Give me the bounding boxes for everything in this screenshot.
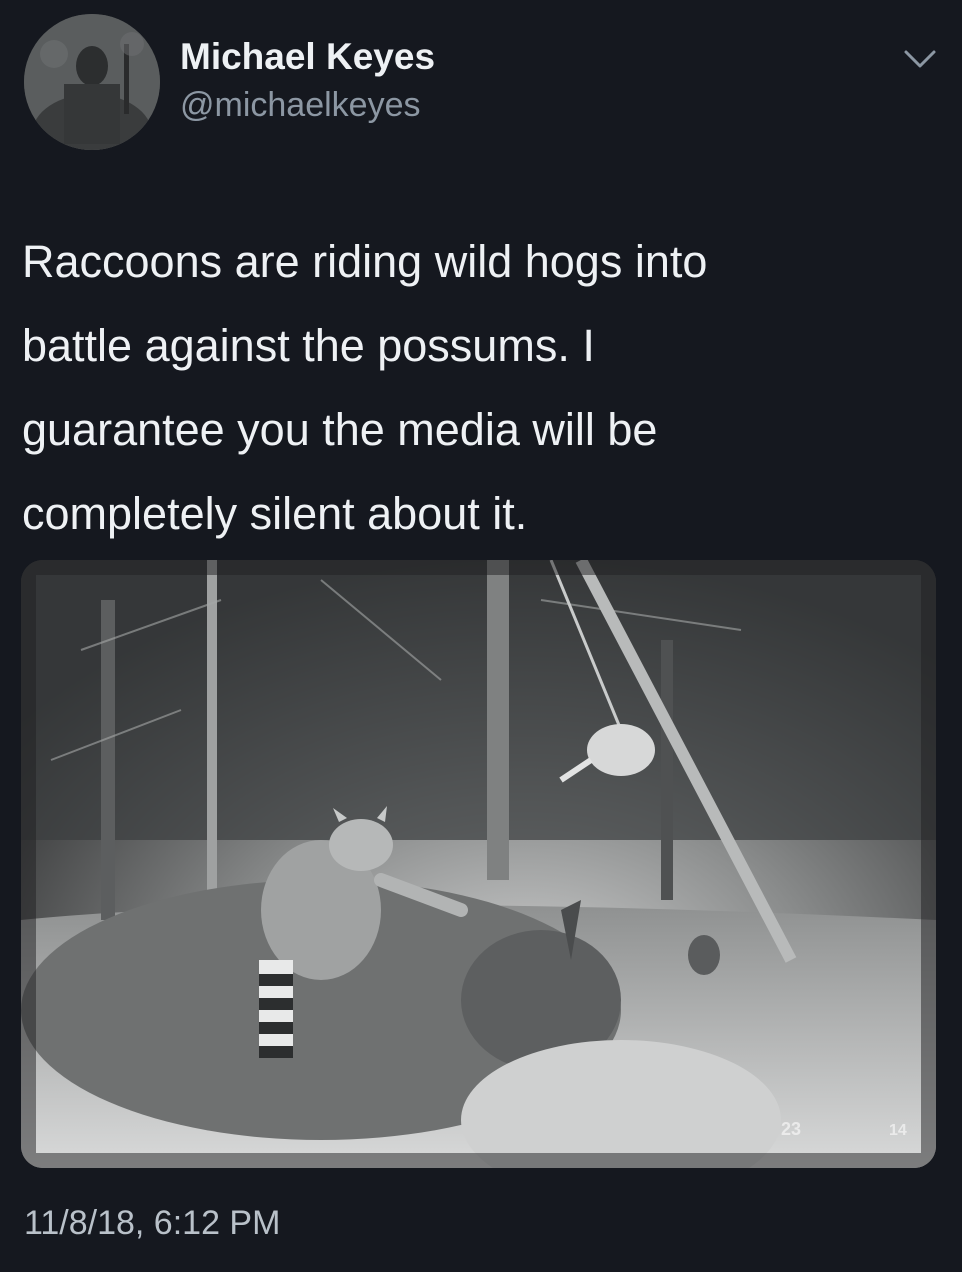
user-handle[interactable]: @michaelkeyes [180, 86, 421, 125]
camera-overlay-left: 23 [781, 1119, 801, 1139]
camera-overlay-right: 14 [889, 1122, 907, 1139]
avatar[interactable] [24, 14, 160, 150]
tweet-text: Raccoons are riding wild hogs into battl… [22, 236, 708, 539]
tweet-photo[interactable]: 23 14 [21, 560, 936, 1168]
display-name[interactable]: Michael Keyes [180, 36, 435, 78]
tweet: Michael Keyes @michaelkeyes Raccoons are… [0, 0, 962, 1272]
trail-camera-photo: 23 14 [21, 560, 936, 1168]
avatar-image [24, 14, 160, 150]
tweet-timestamp[interactable]: 11/8/18, 6:12 PM [24, 1204, 280, 1243]
chevron-down-icon[interactable] [900, 44, 940, 74]
raccoon-tail [259, 960, 293, 1058]
